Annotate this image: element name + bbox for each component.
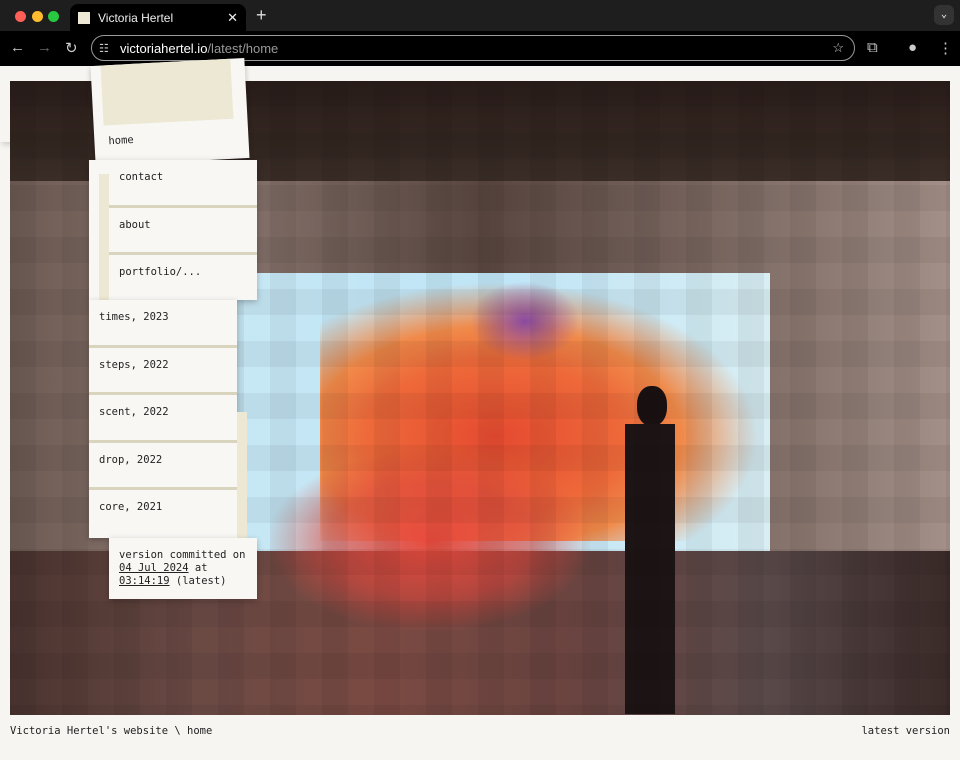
version-time-link[interactable]: 03:14:19 — [119, 575, 170, 587]
portfolio-item[interactable]: scent, 2022 — [89, 395, 237, 443]
portfolio-menu-card: times, 2023 steps, 2022 scent, 2022 drop… — [89, 300, 247, 538]
tab-bar: Victoria Hertel ✕ + ⌄ — [0, 0, 960, 31]
url-path: /latest/home — [207, 40, 279, 56]
profile-icon[interactable]: ● — [908, 39, 917, 56]
forward-icon[interactable]: → — [37, 39, 52, 56]
footer-version[interactable]: latest version — [861, 725, 950, 737]
back-icon[interactable]: ← — [10, 39, 25, 56]
nav-menu-card: contact about portfolio/... — [89, 160, 257, 300]
browser-chrome: Victoria Hertel ✕ + ⌄ ← → ↻ ☷ victoriahe… — [0, 0, 960, 66]
version-prefix: version committed on — [119, 549, 246, 561]
close-window-button[interactable] — [15, 11, 26, 22]
menu-icon[interactable]: ⋮ — [938, 39, 953, 57]
new-tab-button[interactable]: + — [256, 5, 267, 26]
site-settings-icon[interactable]: ☷ — [99, 42, 109, 55]
version-date-link[interactable]: 04 Jul 2024 — [119, 562, 189, 574]
tab-search-chevron-icon[interactable]: ⌄ — [934, 5, 954, 25]
version-at: at — [194, 562, 208, 574]
nav-portfolio[interactable]: portfolio/... — [109, 255, 257, 303]
nav-about[interactable]: about — [109, 208, 257, 256]
version-suffix: (latest) — [175, 575, 227, 587]
footer-breadcrumb: Victoria Hertel's website \ home — [10, 725, 213, 737]
extensions-icon[interactable]: ⧉ — [867, 39, 878, 56]
favicon-icon — [78, 11, 90, 24]
nav-home[interactable]: home — [94, 118, 249, 158]
portfolio-item[interactable]: times, 2023 — [89, 300, 237, 348]
maximize-window-button[interactable] — [48, 11, 59, 22]
url-host: victoriahertel.io — [120, 40, 208, 56]
nav-bar: ← → ↻ ☷ victoriahertel.io/latest/home ☆ … — [0, 31, 960, 66]
reload-icon[interactable]: ↻ — [65, 39, 78, 57]
minimize-window-button[interactable] — [32, 11, 43, 22]
browser-tab[interactable]: Victoria Hertel ✕ — [70, 4, 246, 31]
nav-contact[interactable]: contact — [109, 160, 257, 208]
portfolio-item[interactable]: core, 2021 — [89, 490, 237, 538]
portfolio-item[interactable]: drop, 2022 — [89, 443, 237, 491]
version-info: version committed on 04 Jul 2024 at 03:1… — [109, 538, 257, 599]
tab-title: Victoria Hertel — [98, 10, 174, 25]
nav-home-card[interactable]: home — [90, 58, 250, 166]
home-thumbnail — [100, 58, 234, 126]
portfolio-item[interactable]: steps, 2022 — [89, 348, 237, 396]
bookmark-star-icon[interactable]: ☆ — [832, 40, 844, 56]
address-bar[interactable]: ☷ victoriahertel.io/latest/home ☆ — [91, 35, 855, 61]
close-tab-icon[interactable]: ✕ — [227, 10, 238, 26]
